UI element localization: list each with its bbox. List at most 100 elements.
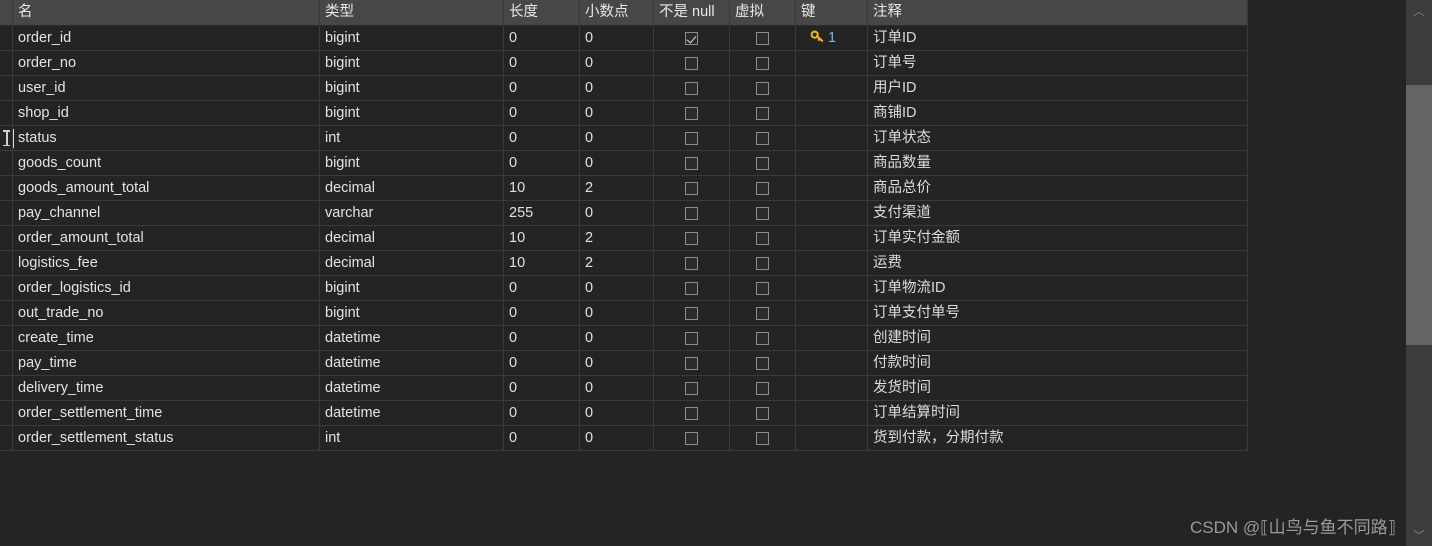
row-gutter[interactable] — [0, 126, 13, 150]
cell-not-null[interactable] — [654, 376, 730, 400]
column-header-length[interactable]: 长度 — [504, 0, 580, 25]
cell-data-type[interactable]: datetime — [320, 401, 504, 425]
cell-column-name[interactable]: goods_count — [13, 151, 320, 175]
cell-comment[interactable]: 货到付款，分期付款 — [868, 426, 1247, 450]
cell-key[interactable] — [796, 351, 868, 375]
row-gutter[interactable] — [0, 151, 13, 175]
not-null-checkbox[interactable] — [685, 231, 698, 245]
cell-virtual[interactable] — [730, 101, 796, 125]
cell-length[interactable]: 0 — [504, 426, 580, 450]
table-row[interactable]: order_amount_total decimal 10 2 订单实付金额 — [0, 226, 1247, 251]
cell-virtual[interactable] — [730, 201, 796, 225]
cell-key[interactable] — [796, 251, 868, 275]
row-gutter[interactable] — [0, 101, 13, 125]
cell-comment[interactable]: 商铺ID — [868, 101, 1247, 125]
vertical-scrollbar[interactable]: ︿ ﹀ — [1406, 0, 1432, 546]
row-gutter[interactable] — [0, 426, 13, 450]
virtual-checkbox[interactable] — [756, 306, 769, 320]
row-gutter[interactable] — [0, 326, 13, 350]
cell-comment[interactable]: 付款时间 — [868, 351, 1247, 375]
table-row[interactable]: order_settlement_status int 0 0 货到付款，分期付款 — [0, 426, 1247, 451]
not-null-checkbox[interactable] — [685, 181, 698, 195]
cell-not-null[interactable] — [654, 326, 730, 350]
cell-comment[interactable]: 订单ID — [868, 26, 1247, 50]
cell-data-type[interactable]: int — [320, 426, 504, 450]
not-null-checkbox[interactable] — [685, 206, 698, 220]
cell-decimal[interactable]: 0 — [580, 326, 654, 350]
cell-key[interactable] — [796, 151, 868, 175]
virtual-checkbox[interactable] — [756, 181, 769, 195]
cell-data-type[interactable]: bigint — [320, 26, 504, 50]
cell-column-name[interactable]: status — [13, 126, 320, 150]
cell-length[interactable]: 0 — [504, 326, 580, 350]
cell-column-name[interactable]: order_id — [13, 26, 320, 50]
virtual-checkbox[interactable] — [756, 281, 769, 295]
cell-column-name[interactable]: order_settlement_time — [13, 401, 320, 425]
virtual-checkbox[interactable] — [756, 56, 769, 70]
cell-column-name[interactable]: order_settlement_status — [13, 426, 320, 450]
scrollbar-track-lower[interactable] — [1406, 345, 1432, 524]
virtual-checkbox[interactable] — [756, 381, 769, 395]
row-gutter[interactable] — [0, 226, 13, 250]
cell-length[interactable]: 0 — [504, 401, 580, 425]
cell-not-null[interactable] — [654, 126, 730, 150]
row-gutter[interactable] — [0, 176, 13, 200]
table-row[interactable]: pay_time datetime 0 0 付款时间 — [0, 351, 1247, 376]
cell-decimal[interactable]: 0 — [580, 76, 654, 100]
cell-comment[interactable]: 订单状态 — [868, 126, 1247, 150]
cell-data-type[interactable]: bigint — [320, 151, 504, 175]
virtual-checkbox[interactable] — [756, 431, 769, 445]
table-row[interactable]: user_id bigint 0 0 用户ID — [0, 76, 1247, 101]
cell-virtual[interactable] — [730, 176, 796, 200]
cell-key[interactable] — [796, 101, 868, 125]
cell-not-null[interactable] — [654, 351, 730, 375]
cell-not-null[interactable] — [654, 151, 730, 175]
cell-virtual[interactable] — [730, 126, 796, 150]
not-null-checkbox[interactable] — [685, 81, 698, 95]
virtual-checkbox[interactable] — [756, 206, 769, 220]
table-row[interactable]: goods_count bigint 0 0 商品数量 — [0, 151, 1247, 176]
row-gutter[interactable] — [0, 51, 13, 75]
column-header-virtual[interactable]: 虚拟 — [730, 0, 796, 25]
cell-comment[interactable]: 创建时间 — [868, 326, 1247, 350]
column-header-comment[interactable]: 注释 — [868, 0, 1247, 25]
cell-virtual[interactable] — [730, 226, 796, 250]
virtual-checkbox[interactable] — [756, 356, 769, 370]
cell-column-name[interactable]: order_amount_total — [13, 226, 320, 250]
cell-virtual[interactable] — [730, 401, 796, 425]
row-gutter[interactable] — [0, 26, 13, 50]
cell-virtual[interactable] — [730, 151, 796, 175]
cell-virtual[interactable] — [730, 376, 796, 400]
cell-length[interactable]: 0 — [504, 301, 580, 325]
cell-length[interactable]: 0 — [504, 376, 580, 400]
cell-length[interactable]: 10 — [504, 176, 580, 200]
cell-not-null[interactable] — [654, 201, 730, 225]
cell-virtual[interactable] — [730, 351, 796, 375]
cell-decimal[interactable]: 2 — [580, 226, 654, 250]
scrollbar-thumb[interactable] — [1406, 85, 1432, 345]
cell-column-name[interactable]: goods_amount_total — [13, 176, 320, 200]
virtual-checkbox[interactable] — [756, 331, 769, 345]
cell-virtual[interactable] — [730, 276, 796, 300]
row-gutter[interactable] — [0, 201, 13, 225]
cell-virtual[interactable] — [730, 51, 796, 75]
column-header-name[interactable]: 名 — [13, 0, 320, 25]
cell-length[interactable]: 0 — [504, 101, 580, 125]
cell-length[interactable]: 0 — [504, 151, 580, 175]
table-row[interactable]: goods_amount_total decimal 10 2 商品总价 — [0, 176, 1247, 201]
not-null-checkbox[interactable] — [685, 306, 698, 320]
cell-data-type[interactable]: varchar — [320, 201, 504, 225]
cell-not-null[interactable] — [654, 426, 730, 450]
cell-length[interactable]: 0 — [504, 351, 580, 375]
row-gutter[interactable] — [0, 276, 13, 300]
scroll-down-arrow-icon[interactable]: ﹀ — [1406, 524, 1432, 546]
cell-key[interactable] — [796, 401, 868, 425]
table-row[interactable]: pay_channel varchar 255 0 支付渠道 — [0, 201, 1247, 226]
table-row[interactable]: status int 0 0 订单状态 — [0, 126, 1247, 151]
cell-data-type[interactable]: bigint — [320, 301, 504, 325]
row-gutter[interactable] — [0, 401, 13, 425]
cell-virtual[interactable] — [730, 426, 796, 450]
cell-data-type[interactable]: datetime — [320, 326, 504, 350]
cell-data-type[interactable]: int — [320, 126, 504, 150]
columns-grid[interactable]: 名 类型 长度 小数点 不是 null 虚拟 键 注释 order_id bigi… — [0, 0, 1248, 451]
